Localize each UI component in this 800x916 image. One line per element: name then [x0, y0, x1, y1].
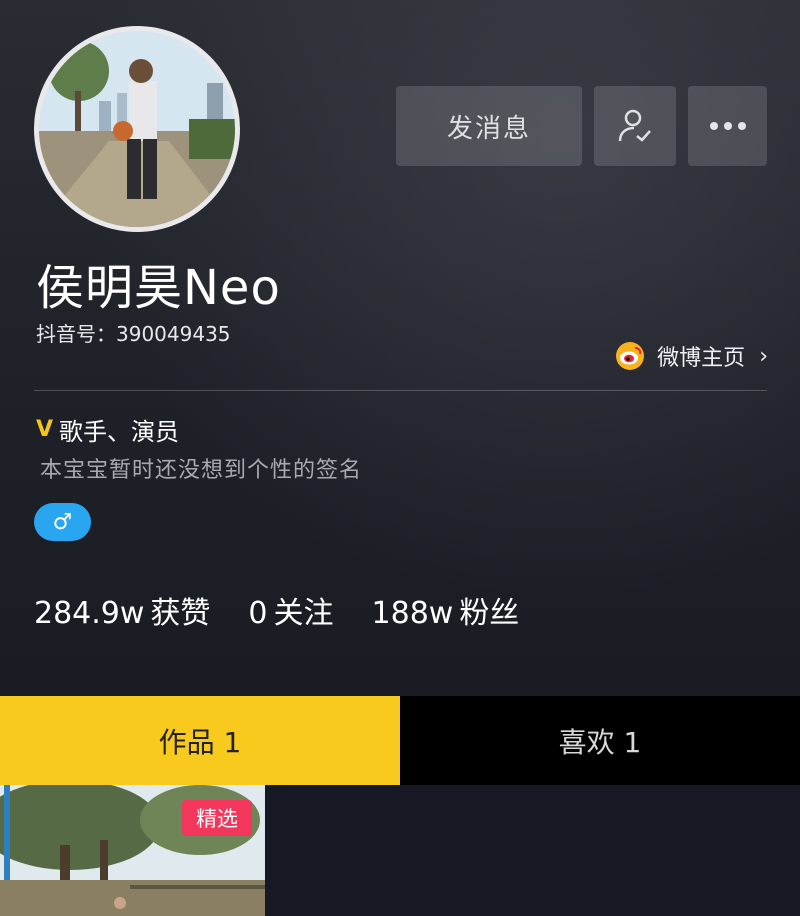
fans-stat[interactable]: 188w 粉丝	[372, 588, 520, 632]
likes-count: 284.9w	[34, 596, 145, 631]
more-dots-icon	[709, 122, 746, 130]
fans-count: 188w	[371, 596, 454, 631]
featured-badge-label: 精选	[196, 807, 238, 831]
profile-name: 侯明昊Neo	[36, 260, 281, 316]
following-label: 关注	[273, 596, 334, 631]
tab-likes-label: 喜欢 1	[558, 725, 642, 759]
follow-button[interactable]	[594, 86, 676, 166]
send-message-button[interactable]: 发消息	[396, 86, 582, 166]
user-check-icon	[618, 109, 651, 142]
following-stat[interactable]: 0 关注	[248, 588, 333, 632]
divider	[34, 390, 767, 391]
tab-works-label: 作品 1	[158, 725, 242, 759]
tab-likes[interactable]: 喜欢 1	[400, 696, 800, 785]
video-thumbnail[interactable]: 精选	[0, 785, 265, 916]
likes-stat[interactable]: 284.9w 获赞	[34, 588, 210, 632]
video-grid: 精选	[0, 785, 800, 916]
male-icon: ♂	[52, 509, 73, 535]
featured-badge: 精选	[182, 800, 252, 836]
likes-label: 获赞	[150, 596, 211, 631]
weibo-homepage-link[interactable]: 微博主页 ›	[615, 340, 768, 372]
gender-badge: ♂	[34, 503, 91, 541]
following-count: 0	[248, 596, 268, 631]
tab-works[interactable]: 作品 1	[0, 696, 400, 785]
profile-stats: 284.9w 获赞 0 关注 188w 粉丝	[34, 588, 557, 632]
fans-label: 粉丝	[459, 596, 520, 631]
weibo-label: 微博主页	[657, 346, 746, 371]
avatar-photo	[39, 31, 235, 227]
verified-info: V 歌手、演员	[36, 412, 179, 447]
send-message-label: 发消息	[446, 113, 531, 144]
douyin-id: 抖音号：390049435	[36, 322, 231, 346]
chevron-right-icon: ›	[759, 343, 768, 369]
weibo-icon	[616, 342, 645, 370]
verified-badge-icon: V	[36, 417, 54, 442]
verified-text: 歌手、演员	[59, 418, 180, 446]
signature: 本宝宝暂时还没想到个性的签名	[40, 458, 363, 483]
more-options-button[interactable]	[688, 86, 767, 166]
avatar[interactable]	[34, 26, 240, 232]
content-tabs: 作品 1 喜欢 1	[0, 696, 800, 785]
